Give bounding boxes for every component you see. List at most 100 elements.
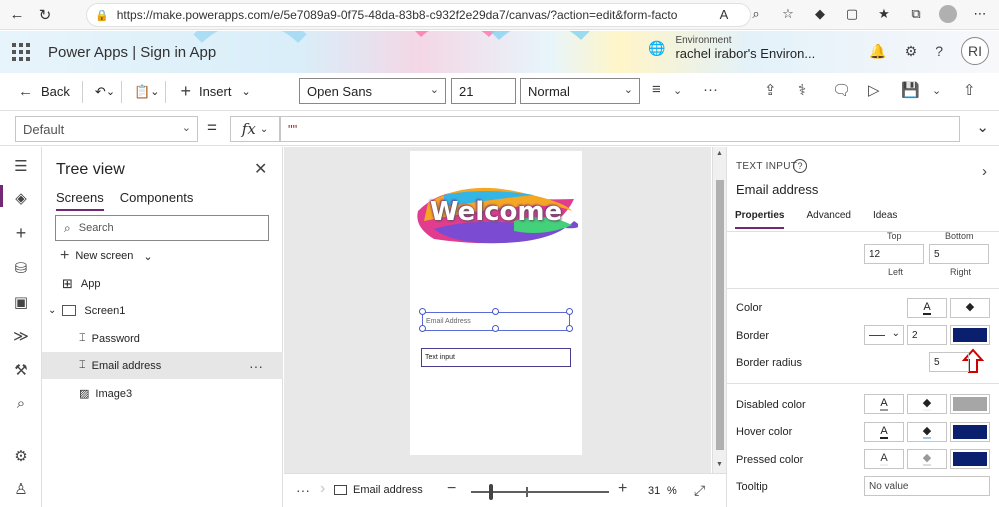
expand-formula-icon[interactable]: ⌄ [976, 118, 989, 136]
padding-left-input[interactable]: 12 [864, 244, 924, 264]
extension-icon[interactable]: ◆ [809, 3, 831, 25]
hover-text-color-button[interactable]: A [864, 422, 904, 442]
settings-icon[interactable]: ⚙ [11, 447, 31, 465]
account-icon[interactable]: ♙ [11, 480, 31, 498]
resize-handle[interactable] [492, 308, 499, 315]
close-icon[interactable]: ✕ [254, 159, 267, 179]
resize-handle[interactable] [419, 325, 426, 332]
tree-search-input[interactable]: ⌕ Search [55, 215, 269, 241]
pressed-fill-button[interactable]: ◆ [907, 449, 947, 469]
tree-item-email-address[interactable]: ⌶ Email address ··· [42, 352, 283, 379]
undo-icon[interactable]: ↶ [95, 73, 106, 111]
address-bar[interactable]: 🔒 https://make.powerapps.com/e/5e7089a9-… [86, 3, 751, 27]
tree-item-screen1[interactable]: ⌄ Screen1 [42, 297, 283, 324]
breadcrumb-control[interactable]: Email address [353, 484, 423, 496]
resize-handle[interactable] [566, 308, 573, 315]
refresh-icon[interactable]: ↻ [34, 4, 56, 26]
resize-handle[interactable] [492, 325, 499, 332]
disabled-border-color-button[interactable] [950, 394, 990, 414]
border-color-button[interactable] [950, 325, 990, 345]
font-size-input[interactable]: 21 [451, 78, 516, 104]
scroll-down-arrow-icon[interactable]: ▼ [716, 461, 723, 468]
more-options-icon[interactable]: ··· [249, 358, 263, 374]
color-text-button[interactable]: A [907, 298, 947, 318]
user-avatar[interactable]: RI [961, 37, 989, 65]
media-icon[interactable]: ▣ [11, 293, 31, 311]
resize-handle[interactable] [419, 308, 426, 315]
tree-item-image3[interactable]: ▨ Image3 [42, 380, 283, 407]
color-fill-button[interactable]: ◆ [950, 298, 990, 318]
favorite-icon[interactable]: ☆ [777, 3, 799, 25]
paste-icon[interactable]: 📋 [134, 73, 150, 111]
tooltip-input[interactable]: No value [864, 476, 990, 496]
hamburger-menu-icon[interactable]: ☰ [11, 157, 31, 175]
zoom-slider-thumb[interactable] [489, 484, 493, 500]
align-chevron-icon[interactable]: ⌄ [673, 84, 682, 97]
settings-icon[interactable]: ⚙ [905, 43, 918, 60]
formula-input[interactable]: "" [280, 116, 960, 142]
canvas-vertical-scrollbar[interactable]: ▲ ▼ [712, 147, 726, 473]
back-button[interactable]: ← Back [18, 73, 70, 111]
publish-icon[interactable]: ⇧ [963, 81, 976, 99]
play-icon[interactable]: ▷ [868, 81, 880, 99]
function-button[interactable]: fx ⌄ [230, 116, 280, 142]
border-radius-input[interactable]: 5 [929, 352, 969, 372]
resize-handle[interactable] [566, 325, 573, 332]
notifications-icon[interactable]: 🔔 [869, 43, 886, 60]
insert-button[interactable]: + Insert ⌄ [180, 73, 250, 111]
profile-icon[interactable] [937, 3, 959, 25]
more-icon[interactable]: ··· [296, 482, 310, 498]
tools-icon[interactable]: ⚒ [11, 361, 31, 379]
disabled-text-color-button[interactable]: A [864, 394, 904, 414]
insert-plus-icon[interactable]: + [11, 223, 31, 244]
more-commands-icon[interactable]: ··· [703, 81, 718, 98]
power-automate-icon[interactable]: ≫ [11, 327, 31, 345]
hover-border-color-button[interactable] [950, 422, 990, 442]
property-dropdown[interactable]: Default ⌄ [15, 116, 198, 142]
tree-item-password[interactable]: ⌶ Password [42, 325, 283, 352]
app-launcher-icon[interactable] [12, 42, 32, 62]
zoom-out-icon[interactable]: − [447, 480, 456, 498]
zoom-icon[interactable]: ⌕ [745, 3, 767, 25]
paste-chevron-icon[interactable]: ⌄ [150, 73, 159, 111]
tab-advanced[interactable]: Advanced [806, 210, 850, 229]
scroll-thumb[interactable] [716, 180, 724, 450]
collections-icon[interactable]: ▢ [841, 3, 863, 25]
environment-picker[interactable]: 🌐 Environment rachel irabor's Environ... [648, 35, 815, 61]
undo-chevron-icon[interactable]: ⌄ [106, 73, 115, 111]
tab-components[interactable]: Components [120, 190, 194, 211]
font-family-dropdown[interactable]: Open Sans ⌄ [299, 78, 446, 104]
data-icon[interactable]: ⛁ [11, 259, 31, 277]
help-icon[interactable]: ? [935, 43, 943, 59]
tab-properties[interactable]: Properties [735, 210, 785, 229]
border-thickness-input[interactable]: 2 [907, 325, 947, 345]
font-weight-dropdown[interactable]: Normal ⌄ [520, 78, 640, 104]
save-icon[interactable]: 💾 [901, 81, 920, 99]
help-icon[interactable]: ? [793, 159, 807, 173]
scroll-up-arrow-icon[interactable]: ▲ [716, 150, 723, 157]
app-checker-icon[interactable]: ⚕ [798, 81, 806, 99]
share-icon[interactable]: ⇪ [764, 81, 777, 99]
fit-to-window-icon[interactable]: ⤢ [694, 482, 705, 499]
read-aloud-icon[interactable]: A [713, 3, 735, 25]
pressed-text-color-button[interactable]: A [864, 449, 904, 469]
layers-icon[interactable]: ◈ [11, 189, 31, 207]
tab-screens[interactable]: Screens [56, 190, 104, 211]
pressed-border-color-button[interactable] [950, 449, 990, 469]
chevron-right-icon[interactable]: › [982, 163, 987, 180]
password-text-input[interactable]: Text input [421, 348, 571, 367]
tabs-icon[interactable]: ⧉ [905, 3, 927, 25]
save-chevron-icon[interactable]: ⌄ [932, 84, 941, 97]
search-icon[interactable]: ⌕ [11, 395, 31, 412]
favorites-icon[interactable]: ★ [873, 3, 895, 25]
back-arrow-icon[interactable]: ← [6, 4, 28, 26]
screen-canvas[interactable]: Welcome Email Address Text input [410, 151, 582, 455]
disabled-fill-button[interactable]: ◆ [907, 394, 947, 414]
new-screen-button[interactable]: + New screen ⌄ [60, 247, 153, 265]
zoom-in-icon[interactable]: + [618, 480, 627, 498]
hover-fill-button[interactable]: ◆ [907, 422, 947, 442]
align-icon[interactable]: ≡ [652, 81, 661, 98]
comments-icon[interactable]: 🗨 [832, 81, 851, 99]
menu-icon[interactable]: ⋯ [969, 3, 991, 25]
padding-right-input[interactable]: 5 [929, 244, 989, 264]
